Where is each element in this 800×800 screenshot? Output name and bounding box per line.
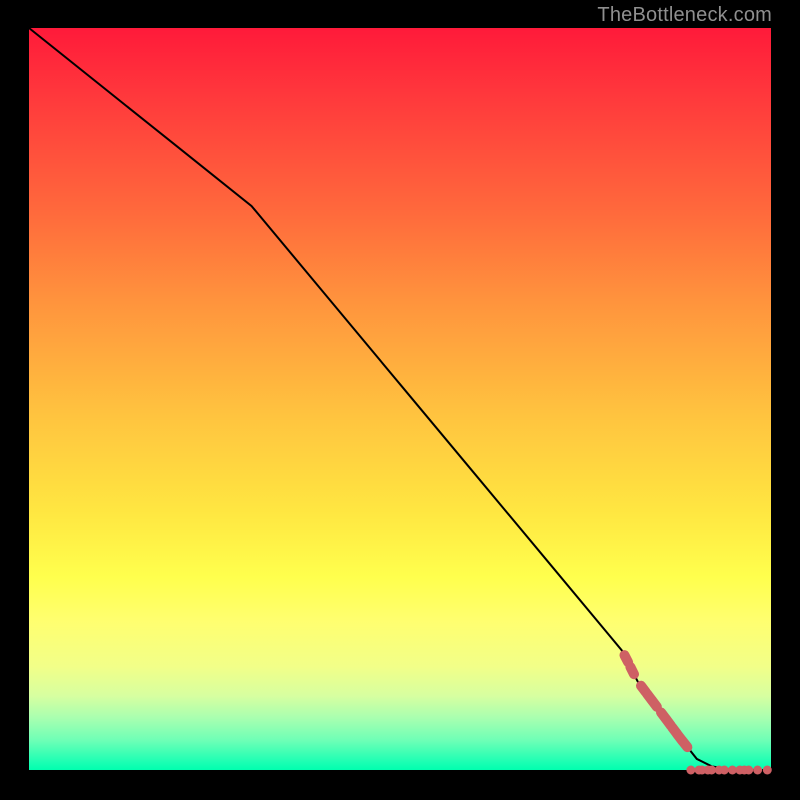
baseline-marker: [763, 766, 772, 775]
watermark-label: TheBottleneck.com: [597, 4, 772, 27]
baseline-marker: [720, 766, 729, 775]
baseline-marker: [753, 766, 762, 775]
chart-overlay: [29, 28, 771, 770]
chart-frame: TheBottleneck.com: [0, 0, 800, 800]
baseline-marker-group: [686, 766, 771, 775]
chart-curve: [29, 28, 771, 770]
baseline-marker: [686, 766, 695, 775]
baseline-marker: [744, 766, 753, 775]
diagonal-marker-group: [618, 648, 695, 754]
